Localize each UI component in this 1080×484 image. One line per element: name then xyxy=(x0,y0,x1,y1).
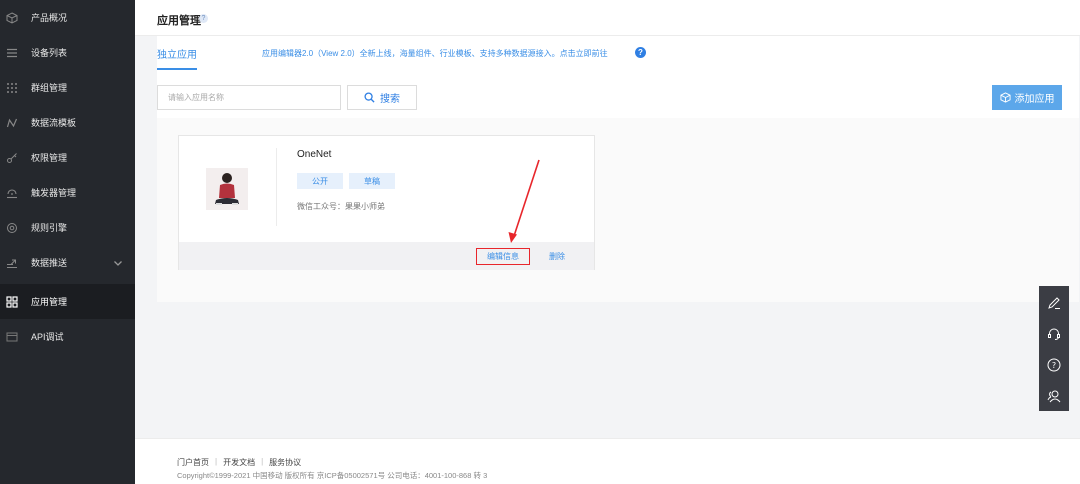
stream-icon xyxy=(5,116,19,130)
sidebar-item-label: 产品概况 xyxy=(31,13,68,23)
footer-separator: | xyxy=(215,457,218,466)
footer-link-docs[interactable]: 开发文档 xyxy=(223,457,255,468)
footer-link-terms[interactable]: 服务协议 xyxy=(269,457,301,468)
card-divider xyxy=(276,148,277,226)
box-icon xyxy=(999,92,1011,103)
sidebar-item-label: 规则引擎 xyxy=(31,223,68,233)
headset-icon[interactable] xyxy=(1039,318,1069,349)
search-button[interactable]: 搜索 xyxy=(347,85,417,110)
tab-standalone-apps[interactable]: 独立应用 xyxy=(157,46,197,61)
api-icon xyxy=(5,330,19,344)
sidebar-item-label: 应用管理 xyxy=(31,297,68,307)
edit-info-button[interactable]: 编辑信息 xyxy=(476,248,530,265)
search-button-label: 搜索 xyxy=(380,94,400,105)
add-app-label: 添加应用 xyxy=(1014,94,1055,105)
search-input[interactable] xyxy=(157,85,341,110)
page-title: 应用管理 xyxy=(157,15,201,27)
sidebar-item-label: 权限管理 xyxy=(31,153,68,163)
cube-icon xyxy=(5,11,19,25)
app-name: OneNet xyxy=(297,149,332,160)
push-icon xyxy=(5,256,19,270)
sidebar-item-triggers[interactable]: 触发器管理 xyxy=(0,175,135,210)
help-icon[interactable]: ? xyxy=(199,14,208,23)
footer-separator: | xyxy=(261,457,264,466)
sidebar-item-api-debug[interactable]: API调试 xyxy=(0,319,135,354)
app-wechat-account: 微信工众号：果果小师弟 xyxy=(297,202,385,211)
status-badge-public: 公开 xyxy=(297,173,343,189)
status-badge-draft: 草稿 xyxy=(349,173,395,189)
sidebar-item-overview[interactable]: 产品概况 xyxy=(0,0,135,35)
sidebar-item-groups[interactable]: 群组管理 xyxy=(0,70,135,105)
tab-indicator xyxy=(157,68,197,70)
copyright-text: Copyright©1999-2021 中国移动 版权所有 京ICP备05002… xyxy=(177,471,488,480)
app-thumbnail xyxy=(206,168,248,210)
announcement-help-icon[interactable]: ? xyxy=(635,47,646,58)
sidebar: 产品概况 设备列表 群组管理 数据流模板 权限管理 触发器管理 规则引擎 数据推… xyxy=(0,0,135,484)
list-icon xyxy=(5,46,19,60)
sidebar-item-label: 数据推送 xyxy=(31,258,68,268)
svg-text:?: ? xyxy=(1052,361,1056,370)
sidebar-item-label: 触发器管理 xyxy=(31,188,77,198)
trigger-icon xyxy=(5,186,19,200)
sidebar-item-label: API调试 xyxy=(31,332,64,342)
app-card: OneNet 公开 草稿 微信工众号：果果小师弟 编辑信息 删除 xyxy=(178,135,595,270)
sidebar-item-app-management[interactable]: 应用管理 xyxy=(0,284,135,319)
sidebar-item-label: 数据流模板 xyxy=(31,118,77,128)
users-icon[interactable] xyxy=(1039,380,1069,411)
footer-links: 门户首页 | 开发文档 | 服务协议 xyxy=(177,457,301,468)
sidebar-item-data-push[interactable]: 数据推送 xyxy=(0,245,135,280)
page-header: 应用管理 ? xyxy=(135,0,1080,36)
delete-button[interactable]: 删除 xyxy=(549,251,565,262)
sidebar-item-devices[interactable]: 设备列表 xyxy=(0,35,135,70)
engine-icon xyxy=(5,221,19,235)
apps-icon xyxy=(5,295,19,309)
card-footer: 编辑信息 删除 xyxy=(179,242,594,270)
floating-toolbar: ? xyxy=(1039,286,1069,411)
grid-dots-icon xyxy=(5,81,19,95)
sidebar-item-label: 群组管理 xyxy=(31,83,68,93)
sidebar-item-rule-engine[interactable]: 规则引擎 xyxy=(0,210,135,245)
add-app-button[interactable]: 添加应用 xyxy=(992,85,1062,110)
sidebar-item-datastream[interactable]: 数据流模板 xyxy=(0,105,135,140)
key-icon xyxy=(5,151,19,165)
sidebar-item-permissions[interactable]: 权限管理 xyxy=(0,140,135,175)
search-icon xyxy=(364,92,375,103)
edit-icon[interactable] xyxy=(1039,287,1069,318)
footer-link-portal[interactable]: 门户首页 xyxy=(177,457,209,468)
help-circle-icon[interactable]: ? xyxy=(1039,349,1069,380)
chevron-down-icon[interactable] xyxy=(112,257,124,269)
page-footer: 门户首页 | 开发文档 | 服务协议 Copyright©1999-2021 中… xyxy=(135,438,1080,484)
sidebar-item-label: 设备列表 xyxy=(31,48,68,58)
announcement-link[interactable]: 应用编辑器2.0（View 2.0）全新上线，海量组件、行业模板、支持多种数据源… xyxy=(262,48,608,59)
